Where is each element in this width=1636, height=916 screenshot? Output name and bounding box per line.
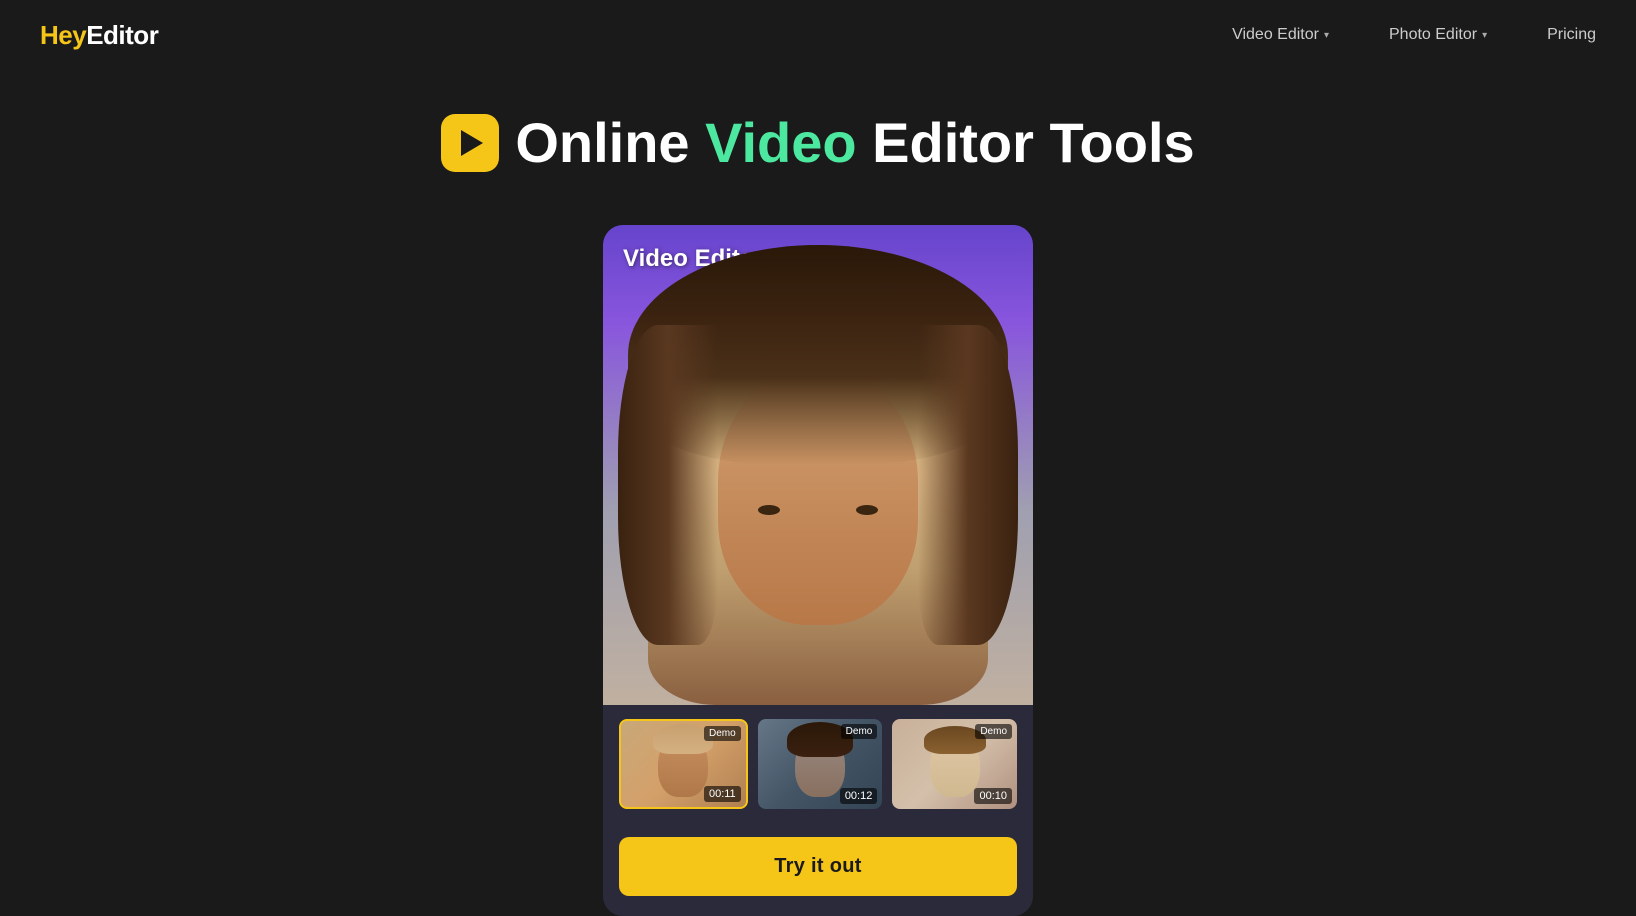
logo-editor: Editor [86,20,158,50]
time-badge-3: 00:10 [974,788,1012,804]
time-badge-2: 00:12 [840,788,878,804]
thumbnail-strip: Demo 00:11 Demo 00:12 Demo [603,705,1033,823]
portrait-hair-right [918,325,1018,645]
portrait-hair-left [618,325,718,645]
navbar: HeyEditor Video Editor ▾ Photo Editor ▾ … [0,0,1636,70]
thumbnail-3[interactable]: Demo 00:10 [892,719,1017,809]
time-badge-1: 00:11 [704,786,741,802]
chevron-down-icon: ▾ [1482,30,1487,41]
demo-badge-2: Demo [841,724,878,739]
logo-hey: Hey [40,20,86,50]
hero-title: Online Video Editor Tools [441,110,1194,175]
thumbnail-2[interactable]: Demo 00:12 [758,719,883,809]
demo-badge-3: Demo [975,724,1012,739]
demo-badge-1: Demo [704,726,741,741]
nav-links: Video Editor ▾ Photo Editor ▾ Pricing [1232,26,1596,44]
main-card: Video Editor [603,225,1033,916]
play-triangle [461,130,483,156]
portrait-area [648,245,988,705]
try-it-out-button[interactable]: Try it out [619,837,1017,896]
card-video-area: Video Editor [603,225,1033,705]
nav-photo-editor[interactable]: Photo Editor ▾ [1389,26,1487,44]
chevron-down-icon: ▾ [1324,30,1329,41]
eyes-area [758,505,878,515]
try-btn-wrap: Try it out [603,823,1033,916]
hero-title-text: Online Video Editor Tools [515,110,1194,175]
thumbnail-1[interactable]: Demo 00:11 [619,719,748,809]
hero-section: Online Video Editor Tools Video Editor [0,70,1636,916]
play-icon [441,114,499,172]
hero-title-video: Video [705,111,856,174]
nav-video-editor[interactable]: Video Editor ▾ [1232,26,1329,44]
logo: HeyEditor [40,20,1232,51]
nav-pricing[interactable]: Pricing [1547,26,1596,44]
